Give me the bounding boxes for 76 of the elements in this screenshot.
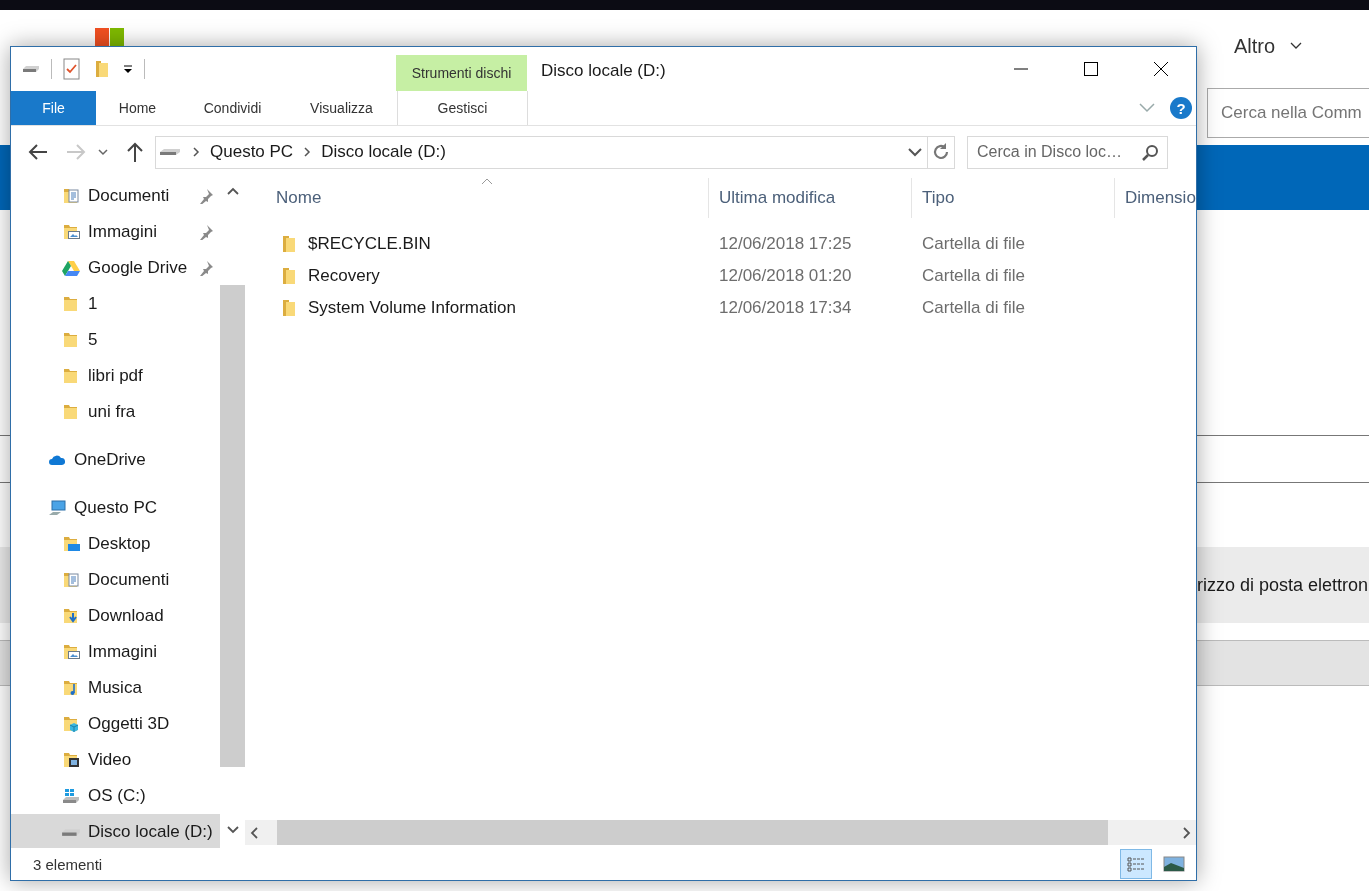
folder-icon	[281, 267, 297, 285]
nav-item[interactable]: OneDrive	[11, 442, 220, 478]
nav-item[interactable]: 1	[11, 286, 220, 322]
file-row[interactable]: Recovery 12/06/2018 01:20 Cartella di file	[245, 260, 1196, 292]
breadcrumb[interactable]: Disco locale (D:)	[321, 142, 446, 162]
nav-item[interactable]: Immagini	[11, 214, 220, 250]
nav-item[interactable]: uni fra	[11, 394, 220, 430]
maximize-icon	[1083, 61, 1099, 77]
column-header[interactable]: Ultima modifica	[709, 178, 912, 218]
nav-item[interactable]: Desktop	[11, 526, 220, 562]
pin-icon[interactable]	[198, 224, 214, 240]
close-icon	[1153, 61, 1169, 77]
minimize-icon	[1013, 68, 1029, 70]
nav-item[interactable]: libri pdf	[11, 358, 220, 394]
nav-item[interactable]: Musica	[11, 670, 220, 706]
more-menu[interactable]: Altro	[1233, 34, 1303, 58]
landscape-icon	[1163, 856, 1185, 872]
ribbon-tab[interactable]: File	[11, 91, 96, 125]
chevron-down-icon[interactable]	[97, 147, 109, 157]
nav-item[interactable]: Disco locale (D:)	[11, 814, 220, 848]
nav-item[interactable]: Documenti	[11, 562, 220, 598]
pictures-folder-icon	[61, 222, 81, 242]
film-folder-icon	[61, 750, 81, 770]
nav-item[interactable]: Documenti	[11, 178, 220, 214]
dropdown-icon[interactable]	[122, 63, 134, 75]
nav-item[interactable]: OS (C:)	[11, 778, 220, 814]
email-label: rizzo di posta elettroni	[1197, 574, 1369, 596]
search-icon[interactable]	[1141, 143, 1159, 162]
up-arrow-icon[interactable]	[125, 141, 145, 163]
list-icon	[1127, 856, 1145, 872]
documents-folder-icon	[61, 570, 81, 590]
nav-item[interactable]: Google Drive	[11, 250, 220, 286]
nav-item[interactable]: Oggetti 3D	[11, 706, 220, 742]
chevron-right-icon[interactable]	[303, 146, 312, 158]
search-field[interactable]: Cerca nella Comm	[1207, 88, 1369, 138]
triangle-logo-icon	[61, 258, 81, 278]
folder-icon	[281, 299, 297, 317]
breadcrumb[interactable]: Questo PC	[210, 142, 294, 162]
drive-icon	[158, 148, 182, 156]
chevron-right-icon[interactable]	[192, 146, 200, 158]
nav-item[interactable]: 5	[11, 322, 220, 358]
logo-icon	[95, 28, 124, 46]
checklist-icon[interactable]	[62, 58, 82, 80]
documents-folder-icon	[61, 186, 81, 206]
file-row[interactable]: $RECYCLE.BIN 12/06/2018 17:25 Cartella di file	[245, 228, 1196, 260]
pictures-folder-icon	[61, 642, 81, 662]
column-header[interactable]: Tipo	[912, 178, 1115, 218]
ribbon-tab[interactable]: Gestisci	[397, 91, 528, 125]
desktop-folder-icon	[61, 534, 81, 554]
nav-item[interactable]: Video	[11, 742, 220, 778]
back-arrow-icon[interactable]	[27, 142, 49, 162]
chevron-down-icon	[1289, 42, 1303, 50]
nav-item[interactable]: Questo PC	[11, 490, 220, 526]
refresh-icon	[931, 142, 951, 162]
address-bar[interactable]: Questo PC Disco locale (D:)	[155, 135, 955, 169]
pin-icon[interactable]	[198, 188, 214, 204]
help-button[interactable]: ?	[1170, 97, 1192, 119]
search-field[interactable]: Cerca in Disco loc…	[967, 135, 1168, 169]
system-drive-icon	[61, 786, 81, 806]
nav-item[interactable]: Immagini	[11, 634, 220, 670]
cube-folder-icon	[61, 714, 81, 734]
file-row[interactable]: System Volume Information 12/06/2018 17:34 Cartella di file	[245, 292, 1196, 324]
window-title: Disco locale (D:)	[540, 60, 667, 82]
drive-icon	[61, 827, 81, 837]
context-tab-group: Strumenti dischi	[396, 55, 527, 91]
scrollbar-thumb[interactable]	[220, 285, 245, 767]
column-header[interactable]: Dimensio	[1115, 178, 1196, 218]
chevron-down-icon[interactable]	[907, 146, 923, 158]
computer-icon	[47, 498, 67, 518]
nav-item[interactable]: Download	[11, 598, 220, 634]
drive-icon[interactable]	[21, 65, 41, 73]
column-header[interactable]: Nome	[245, 178, 709, 218]
folder-icon	[281, 235, 297, 253]
scrollbar-thumb[interactable]	[277, 820, 1108, 845]
item-count: 3 elementi	[33, 855, 103, 873]
pin-icon[interactable]	[198, 260, 214, 276]
